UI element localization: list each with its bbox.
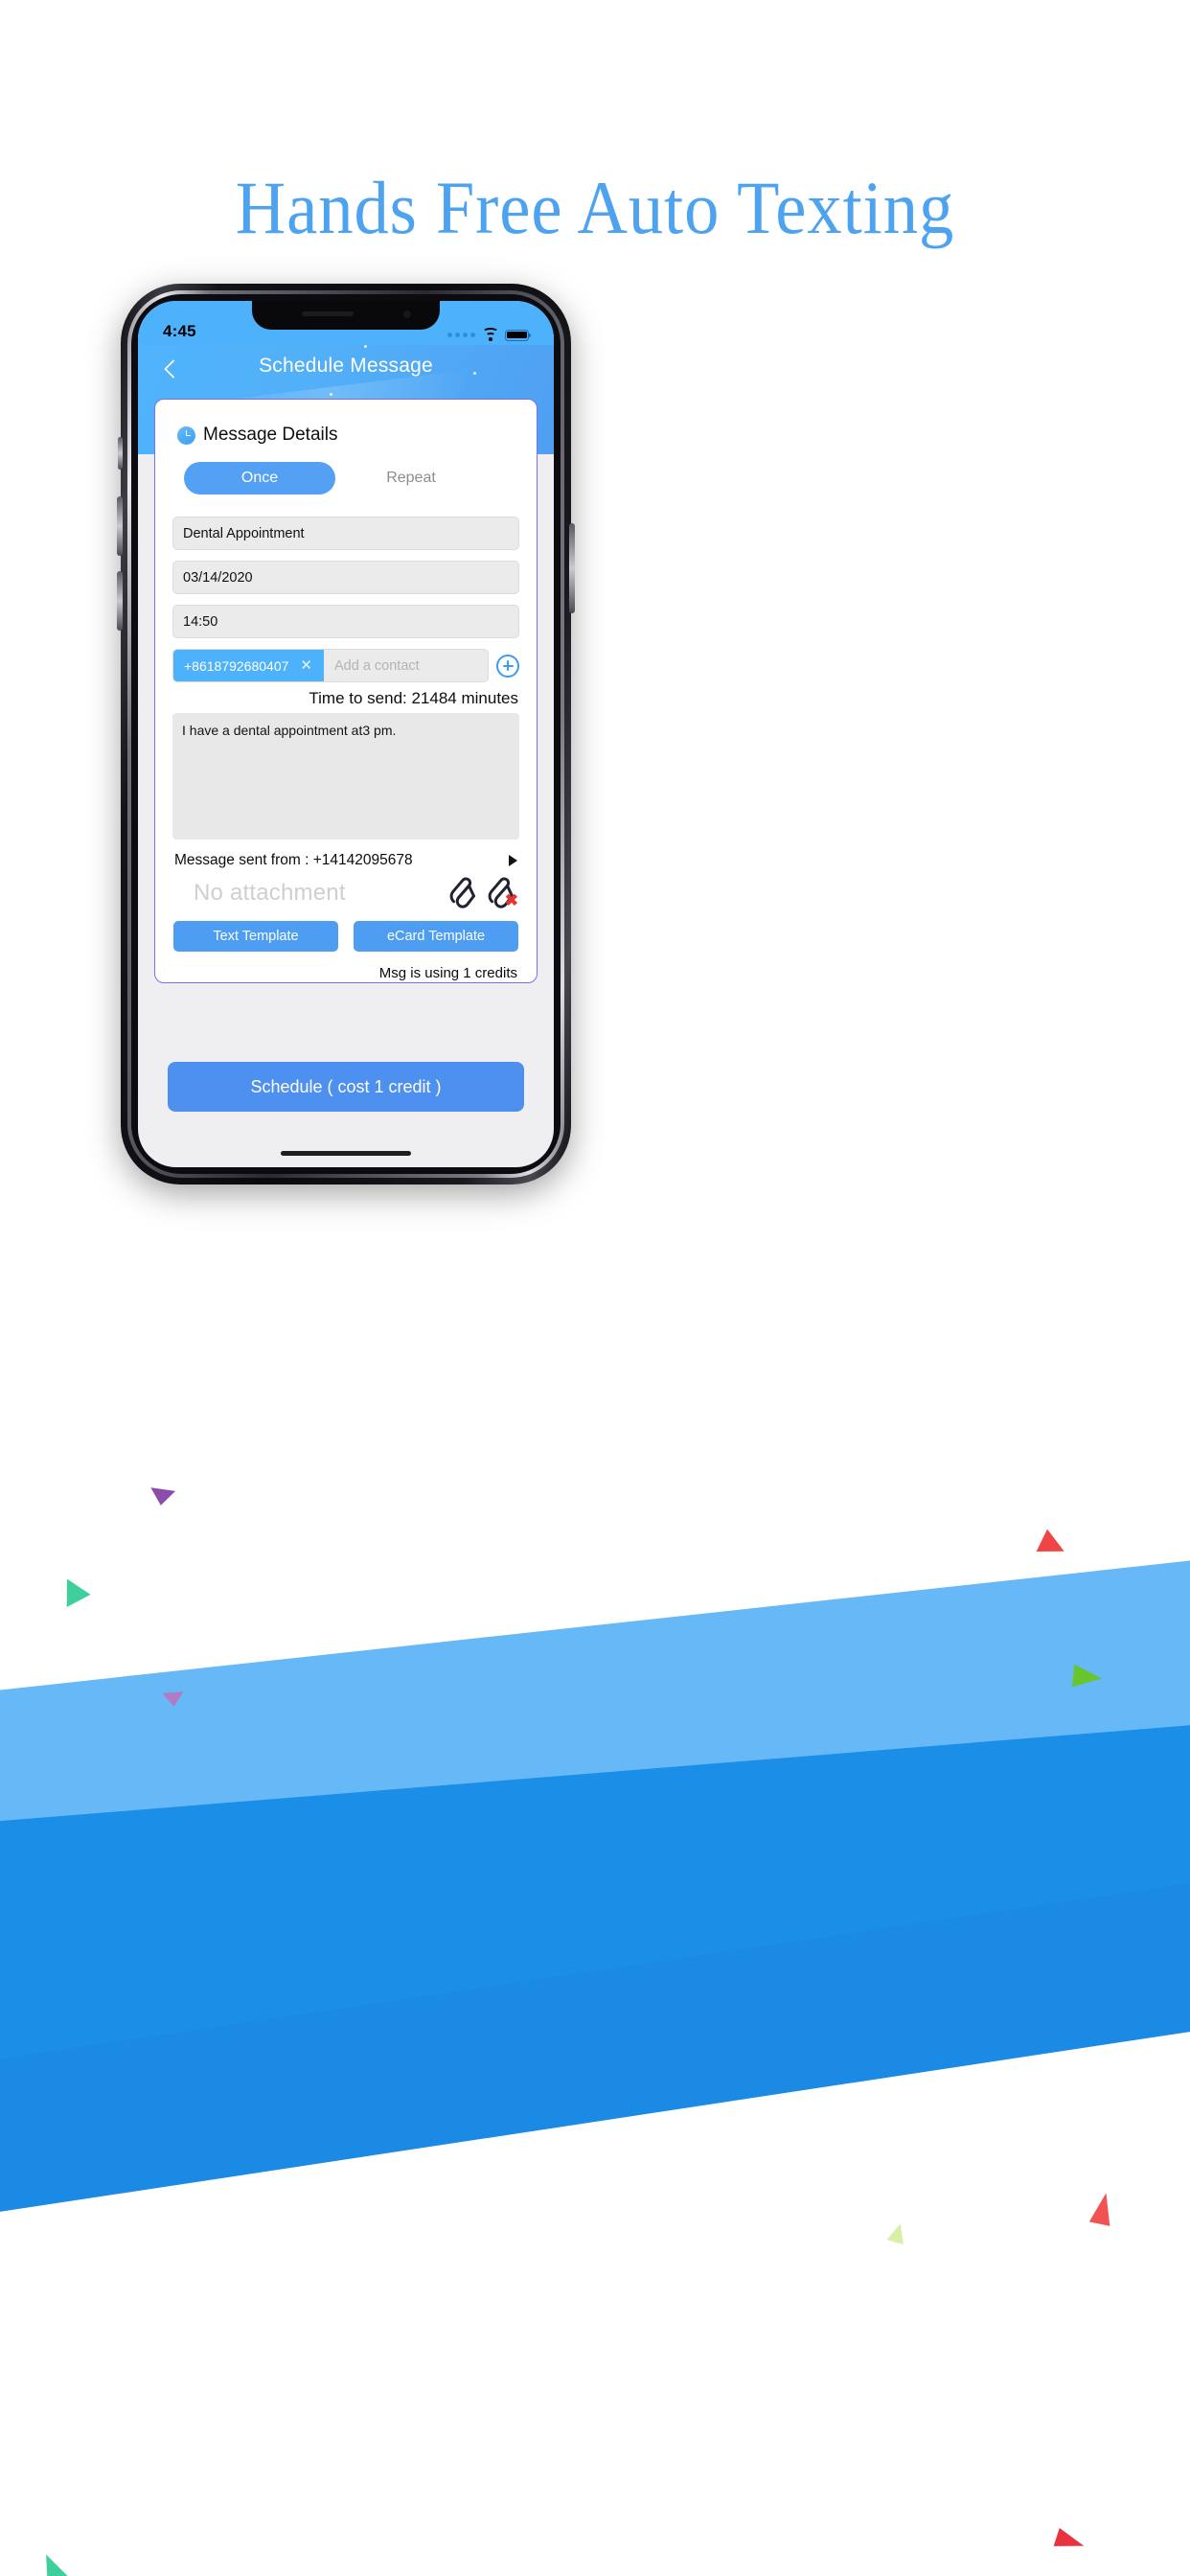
wifi-icon xyxy=(482,328,498,341)
header-sparkle-3 xyxy=(364,345,367,348)
no-attachment-label: No attachment xyxy=(194,880,346,906)
time-to-send-label: Time to send: 21484 minutes xyxy=(309,689,518,707)
subject-input[interactable]: Dental Appointment xyxy=(172,517,519,550)
earpiece-speaker xyxy=(302,311,354,316)
message-body-textarea[interactable]: I have a dental appointment at3 pm. xyxy=(172,713,519,840)
page-title: Schedule Message xyxy=(259,355,433,377)
paperclip-icon[interactable] xyxy=(448,877,477,909)
sent-from-label: Message sent from : +14142095678 xyxy=(174,852,413,868)
status-bar-time: 4:45 xyxy=(163,322,196,340)
close-icon[interactable]: ✕ xyxy=(300,658,312,673)
confetti-triangle-red-1 xyxy=(1036,1529,1070,1563)
time-input[interactable]: 14:50 xyxy=(172,605,519,638)
tab-once[interactable]: Once xyxy=(184,462,335,494)
confetti-triangle-purple-2 xyxy=(162,1691,185,1708)
signal-dots-icon xyxy=(447,333,475,337)
tab-repeat[interactable]: Repeat xyxy=(335,470,487,487)
page-headline: Hands Free Auto Texting xyxy=(235,166,955,249)
contact-chip[interactable]: +8618792680407 ✕ xyxy=(173,650,324,681)
battery-full-icon xyxy=(505,329,532,341)
frequency-segmented-control: Once Repeat xyxy=(172,462,519,494)
phone-notch xyxy=(252,301,440,330)
contact-row: +8618792680407 ✕ Add a contact xyxy=(172,649,519,682)
ecard-template-button[interactable]: eCard Template xyxy=(354,921,518,952)
card-title: Message Details xyxy=(203,425,338,445)
contact-chip-label: +8618792680407 xyxy=(184,657,289,674)
screenshot-root: Hands Free Auto Texting Schedule Message xyxy=(0,0,1190,2576)
message-details-card: Message Details Once Repeat Dental Appoi… xyxy=(154,399,538,983)
confetti-triangle-green-1 xyxy=(55,1572,91,1608)
add-contact-input[interactable]: Add a contact xyxy=(324,650,488,681)
phone-mute-switch[interactable] xyxy=(118,437,123,470)
sent-from-row[interactable]: Message sent from : +14142095678 xyxy=(172,852,519,869)
attachment-actions: ✖ xyxy=(448,877,518,909)
status-bar-indicators xyxy=(447,328,532,341)
clock-icon xyxy=(177,426,195,445)
remove-x-icon: ✖ xyxy=(504,891,518,909)
phone-mockup: Schedule Message 4:45 Message Details On… xyxy=(117,284,575,1184)
phone-power-button[interactable] xyxy=(569,523,575,613)
date-input[interactable]: 03/14/2020 xyxy=(172,561,519,594)
credits-label: Msg is using 1 credits xyxy=(378,965,517,981)
plus-circle-icon[interactable] xyxy=(496,654,519,678)
card-header: Message Details xyxy=(177,425,519,446)
text-template-button[interactable]: Text Template xyxy=(173,921,338,952)
phone-volume-down-button[interactable] xyxy=(117,571,123,631)
confetti-triangle-green-2 xyxy=(1071,1664,1104,1690)
front-camera xyxy=(403,310,411,318)
template-buttons: Text Template eCard Template xyxy=(172,921,519,952)
contact-input-wrapper[interactable]: +8618792680407 ✕ Add a contact xyxy=(172,649,489,682)
paperclip-remove-icon[interactable]: ✖ xyxy=(487,877,518,909)
confetti-triangle-purple-1 xyxy=(148,1487,176,1507)
attachment-row: No attachment ✖ xyxy=(172,877,519,909)
phone-screen: Schedule Message 4:45 Message Details On… xyxy=(138,301,554,1167)
home-indicator[interactable] xyxy=(281,1151,411,1156)
phone-volume-up-button[interactable] xyxy=(117,496,123,556)
schedule-button[interactable]: Schedule ( cost 1 credit ) xyxy=(168,1062,524,1112)
caret-right-icon[interactable] xyxy=(509,855,517,866)
header-sparkle-4 xyxy=(330,393,332,396)
